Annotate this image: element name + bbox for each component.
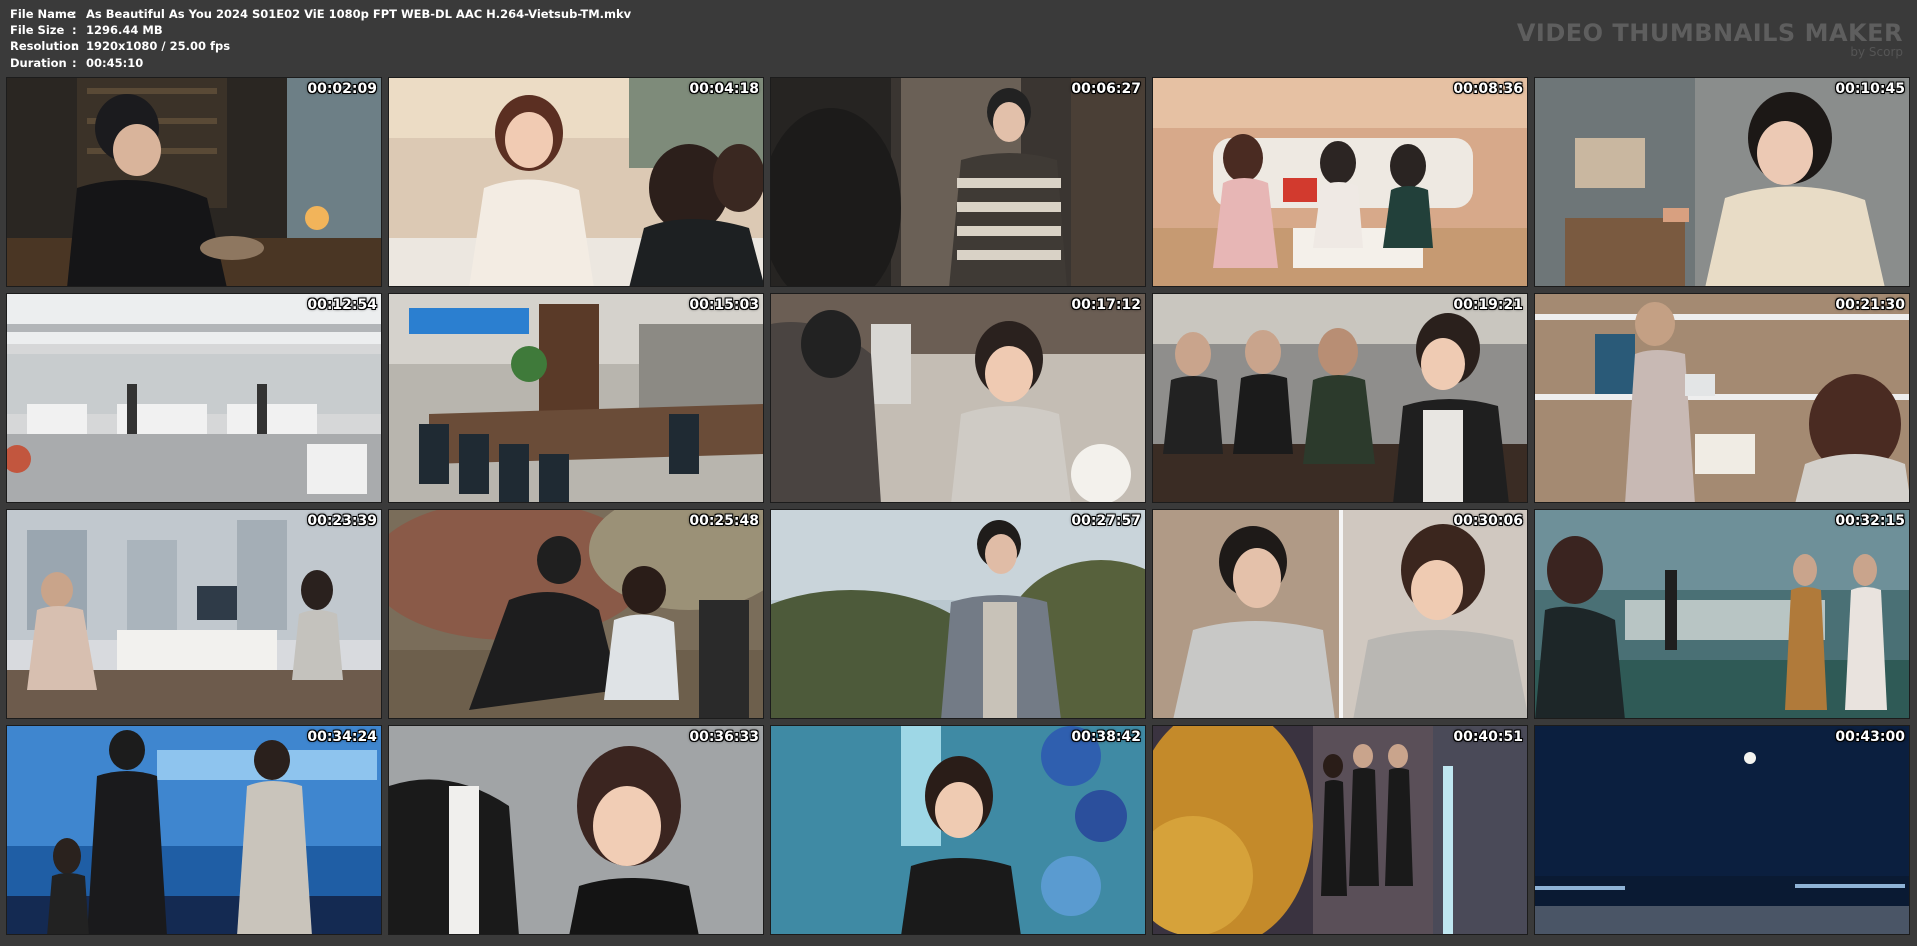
thumbnail-10-image bbox=[1535, 294, 1909, 502]
file-name-separator: : bbox=[72, 7, 77, 21]
duration-row: Duration : 00:45:10 bbox=[10, 55, 631, 71]
header: File Name : As Beautiful As You 2024 S01… bbox=[0, 0, 1917, 74]
thumbnail-6[interactable]: 00:12:54 bbox=[6, 293, 382, 503]
file-size-key: File Size bbox=[10, 23, 65, 38]
thumbnail-17-timestamp: 00:36:33 bbox=[689, 729, 759, 745]
thumbnail-2-image bbox=[389, 78, 763, 286]
thumbnail-12-timestamp: 00:25:48 bbox=[689, 513, 759, 529]
file-info: File Name : As Beautiful As You 2024 S01… bbox=[10, 6, 631, 71]
thumbnail-9-image bbox=[1153, 294, 1527, 502]
thumbnail-1[interactable]: 00:02:09 bbox=[6, 77, 382, 287]
thumbnail-6-timestamp: 00:12:54 bbox=[307, 297, 377, 313]
thumbnail-14-image bbox=[1153, 510, 1527, 718]
thumbnail-1-image bbox=[7, 78, 381, 286]
thumbnail-19-image bbox=[1153, 726, 1527, 934]
file-size-value: 1296.44 MB bbox=[86, 23, 163, 38]
brand-subtitle: by Scorp bbox=[1850, 45, 1903, 59]
thumbnail-20-timestamp: 00:43:00 bbox=[1835, 729, 1905, 745]
thumbnail-19-timestamp: 00:40:51 bbox=[1453, 729, 1523, 745]
thumbnail-13-image bbox=[771, 510, 1145, 718]
thumbnail-15-timestamp: 00:32:15 bbox=[1835, 513, 1905, 529]
thumbnail-8-timestamp: 00:17:12 bbox=[1071, 297, 1141, 313]
thumbnail-grid: 00:02:09 00:04:18 00:06:27 00:08:36 00:1… bbox=[6, 77, 1910, 935]
thumbnail-3[interactable]: 00:06:27 bbox=[770, 77, 1146, 287]
thumbnail-15-image bbox=[1535, 510, 1909, 718]
thumbnail-8[interactable]: 00:17:12 bbox=[770, 293, 1146, 503]
thumbnail-18-image bbox=[771, 726, 1145, 934]
thumbnail-16[interactable]: 00:34:24 bbox=[6, 725, 382, 935]
thumbnail-16-image bbox=[7, 726, 381, 934]
duration-separator: : bbox=[72, 55, 77, 70]
thumbnail-13-timestamp: 00:27:57 bbox=[1071, 513, 1141, 529]
resolution-value: 1920x1080 / 25.00 fps bbox=[86, 39, 231, 54]
thumbnail-3-timestamp: 00:06:27 bbox=[1071, 81, 1141, 97]
thumbnail-5-image bbox=[1535, 78, 1909, 286]
thumbnail-7-timestamp: 00:15:03 bbox=[689, 297, 759, 313]
thumbnail-17[interactable]: 00:36:33 bbox=[388, 725, 764, 935]
brand-title: VIDEO THUMBNAILS MAKER bbox=[1516, 19, 1903, 47]
thumbnail-9[interactable]: 00:19:21 bbox=[1152, 293, 1528, 503]
thumbnail-20-image bbox=[1535, 726, 1909, 934]
thumbnail-4[interactable]: 00:08:36 bbox=[1152, 77, 1528, 287]
thumbnail-16-timestamp: 00:34:24 bbox=[307, 729, 377, 745]
thumbnail-7[interactable]: 00:15:03 bbox=[388, 293, 764, 503]
thumbnail-20[interactable]: 00:43:00 bbox=[1534, 725, 1910, 935]
thumbnail-9-timestamp: 00:19:21 bbox=[1453, 297, 1523, 313]
thumbnail-15[interactable]: 00:32:15 bbox=[1534, 509, 1910, 719]
thumbnail-10-timestamp: 00:21:30 bbox=[1835, 297, 1905, 313]
brand-watermark: VIDEO THUMBNAILS MAKER by Scorp bbox=[1517, 20, 1903, 59]
file-name-key: File Name bbox=[10, 7, 75, 21]
thumbnail-19[interactable]: 00:40:51 bbox=[1152, 725, 1528, 935]
thumbnail-3-image bbox=[771, 78, 1145, 286]
thumbnail-5-timestamp: 00:10:45 bbox=[1835, 81, 1905, 97]
resolution-row: Resolution : 1920x1080 / 25.00 fps bbox=[10, 38, 631, 54]
thumbnail-12-image bbox=[389, 510, 763, 718]
file-name-row: File Name : As Beautiful As You 2024 S01… bbox=[10, 6, 631, 22]
duration-value: 00:45:10 bbox=[86, 55, 144, 70]
duration-key: Duration bbox=[10, 55, 67, 70]
thumbnail-12[interactable]: 00:25:48 bbox=[388, 509, 764, 719]
thumbnail-14-timestamp: 00:30:06 bbox=[1453, 513, 1523, 529]
resolution-key: Resolution bbox=[10, 39, 80, 54]
thumbnail-5[interactable]: 00:10:45 bbox=[1534, 77, 1910, 287]
thumbnail-1-timestamp: 00:02:09 bbox=[307, 81, 377, 97]
thumbnail-11-image bbox=[7, 510, 381, 718]
thumbnail-6-image bbox=[7, 294, 381, 502]
thumbnail-18[interactable]: 00:38:42 bbox=[770, 725, 1146, 935]
thumbnail-7-image bbox=[389, 294, 763, 502]
thumbnail-11-timestamp: 00:23:39 bbox=[307, 513, 377, 529]
file-size-row: File Size : 1296.44 MB bbox=[10, 22, 631, 38]
thumbnail-13[interactable]: 00:27:57 bbox=[770, 509, 1146, 719]
thumbnail-10[interactable]: 00:21:30 bbox=[1534, 293, 1910, 503]
thumbnail-8-image bbox=[771, 294, 1145, 502]
thumbnail-2-timestamp: 00:04:18 bbox=[689, 81, 759, 97]
file-name-value: As Beautiful As You 2024 S01E02 ViE 1080… bbox=[86, 7, 632, 21]
thumbnail-4-timestamp: 00:08:36 bbox=[1453, 81, 1523, 97]
file-size-separator: : bbox=[72, 23, 77, 38]
thumbnail-18-timestamp: 00:38:42 bbox=[1071, 729, 1141, 745]
resolution-separator: : bbox=[72, 39, 77, 54]
thumbnail-4-image bbox=[1153, 78, 1527, 286]
thumbnail-17-image bbox=[389, 726, 763, 934]
thumbnail-11[interactable]: 00:23:39 bbox=[6, 509, 382, 719]
thumbnail-2[interactable]: 00:04:18 bbox=[388, 77, 764, 287]
thumbnail-14[interactable]: 00:30:06 bbox=[1152, 509, 1528, 719]
